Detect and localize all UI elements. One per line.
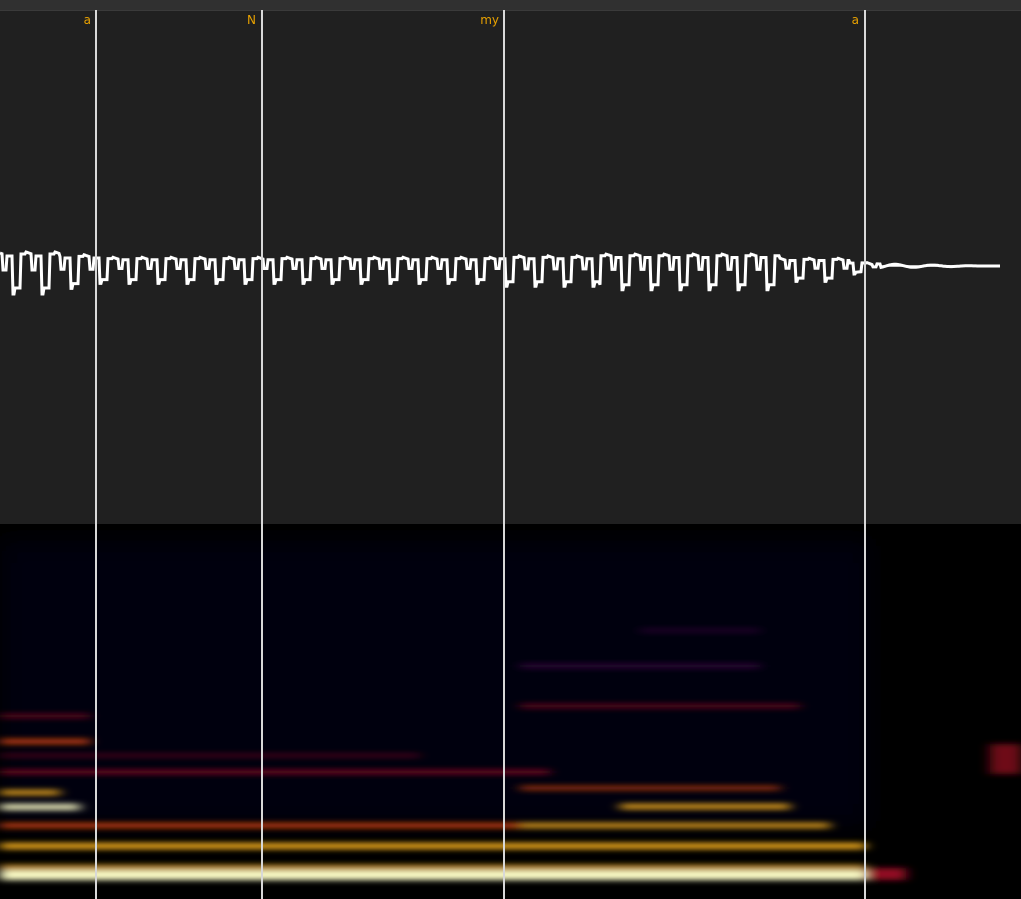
phoneme-label-3[interactable]: my	[480, 13, 499, 27]
spectrogram-panel[interactable]	[0, 524, 1021, 899]
spectrogram-plot	[0, 544, 1021, 880]
phoneme-label-1[interactable]: a	[84, 13, 91, 27]
phoneme-label-4[interactable]: a	[852, 13, 859, 27]
timeline-header-strip	[0, 0, 1021, 11]
phoneme-editor: a N my a	[0, 0, 1021, 899]
waveform-plot	[0, 250, 1000, 296]
segment-boundary-3[interactable]	[503, 10, 505, 899]
segment-boundary-2[interactable]	[261, 10, 263, 899]
phoneme-label-2[interactable]: N	[247, 13, 256, 27]
segment-boundary-4[interactable]	[864, 10, 866, 899]
segment-boundary-1[interactable]	[95, 10, 97, 899]
waveform-panel[interactable]	[0, 11, 1021, 524]
waveform-trace	[0, 250, 1000, 296]
